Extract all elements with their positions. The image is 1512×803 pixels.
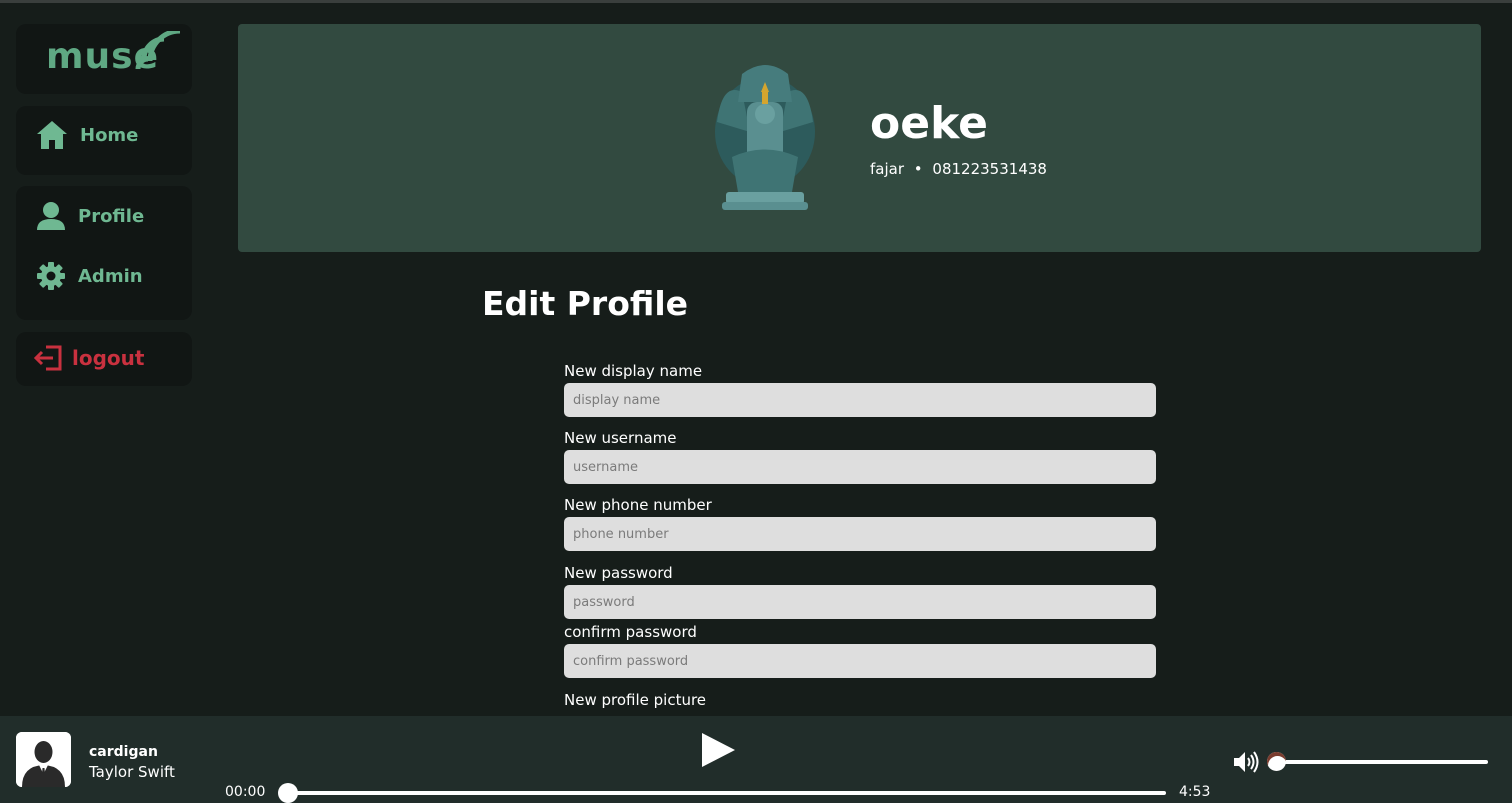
phone-input[interactable] <box>564 517 1156 551</box>
progress-bar[interactable] <box>287 791 1166 795</box>
track-title: cardigan <box>89 744 158 760</box>
profile-meta: fajar • 081223531438 <box>870 160 1047 178</box>
window-top-border <box>0 0 1512 3</box>
password-label: New password <box>564 564 673 582</box>
track-duration: 4:53 <box>1179 784 1211 800</box>
artist-silhouette-icon <box>16 732 71 787</box>
password-input[interactable] <box>564 585 1156 619</box>
track-artist: Taylor Swift <box>89 763 175 781</box>
profile-username: fajar <box>870 160 904 178</box>
username-input[interactable] <box>564 450 1156 484</box>
album-cover <box>16 732 71 787</box>
user-icon <box>37 202 65 230</box>
profile-phone: 081223531438 <box>932 160 1047 178</box>
logout-card: logout <box>16 332 192 386</box>
profile-picture-label: New profile picture <box>564 691 707 709</box>
main-nav-card: Profile Admin <box>16 186 192 320</box>
home-nav-card: Home <box>16 106 192 175</box>
sidebar-item-profile[interactable]: Profile <box>36 201 144 231</box>
progress-handle[interactable] <box>278 783 298 803</box>
logout-button[interactable]: logout <box>34 345 144 371</box>
music-player: cardigan Taylor Swift 00:00 4:53 <box>0 716 1512 803</box>
sidebar-item-label: Profile <box>78 205 145 227</box>
display-name-label: New display name <box>564 362 703 380</box>
page-title: Edit Profile <box>482 284 689 323</box>
home-icon <box>37 121 67 149</box>
play-icon[interactable] <box>700 732 736 768</box>
sidebar-item-home[interactable]: Home <box>36 120 138 150</box>
logout-label: logout <box>72 346 145 370</box>
volume-icon[interactable] <box>1233 750 1259 774</box>
username-label: New username <box>564 429 677 447</box>
logo-card[interactable]: muse <box>16 24 192 94</box>
volume-slider[interactable] <box>1268 760 1488 764</box>
sidebar-item-admin[interactable]: Admin <box>36 261 143 291</box>
current-time: 00:00 <box>225 784 266 800</box>
sidebar-item-label: Admin <box>78 265 143 287</box>
meta-separator: • <box>913 160 923 178</box>
display-name-input[interactable] <box>564 383 1156 417</box>
confirm-password-label: confirm password <box>564 623 697 641</box>
profile-banner: oeke fajar • 081223531438 <box>238 24 1481 252</box>
phone-label: New phone number <box>564 496 712 514</box>
confirm-password-input[interactable] <box>564 644 1156 678</box>
gear-icon <box>37 262 65 290</box>
volume-handle[interactable] <box>1267 752 1286 771</box>
logout-icon <box>34 345 62 371</box>
profile-avatar <box>715 65 815 210</box>
sidebar-item-label: Home <box>80 124 139 146</box>
profile-display-name: oeke <box>870 98 988 149</box>
signal-icon <box>135 31 181 70</box>
